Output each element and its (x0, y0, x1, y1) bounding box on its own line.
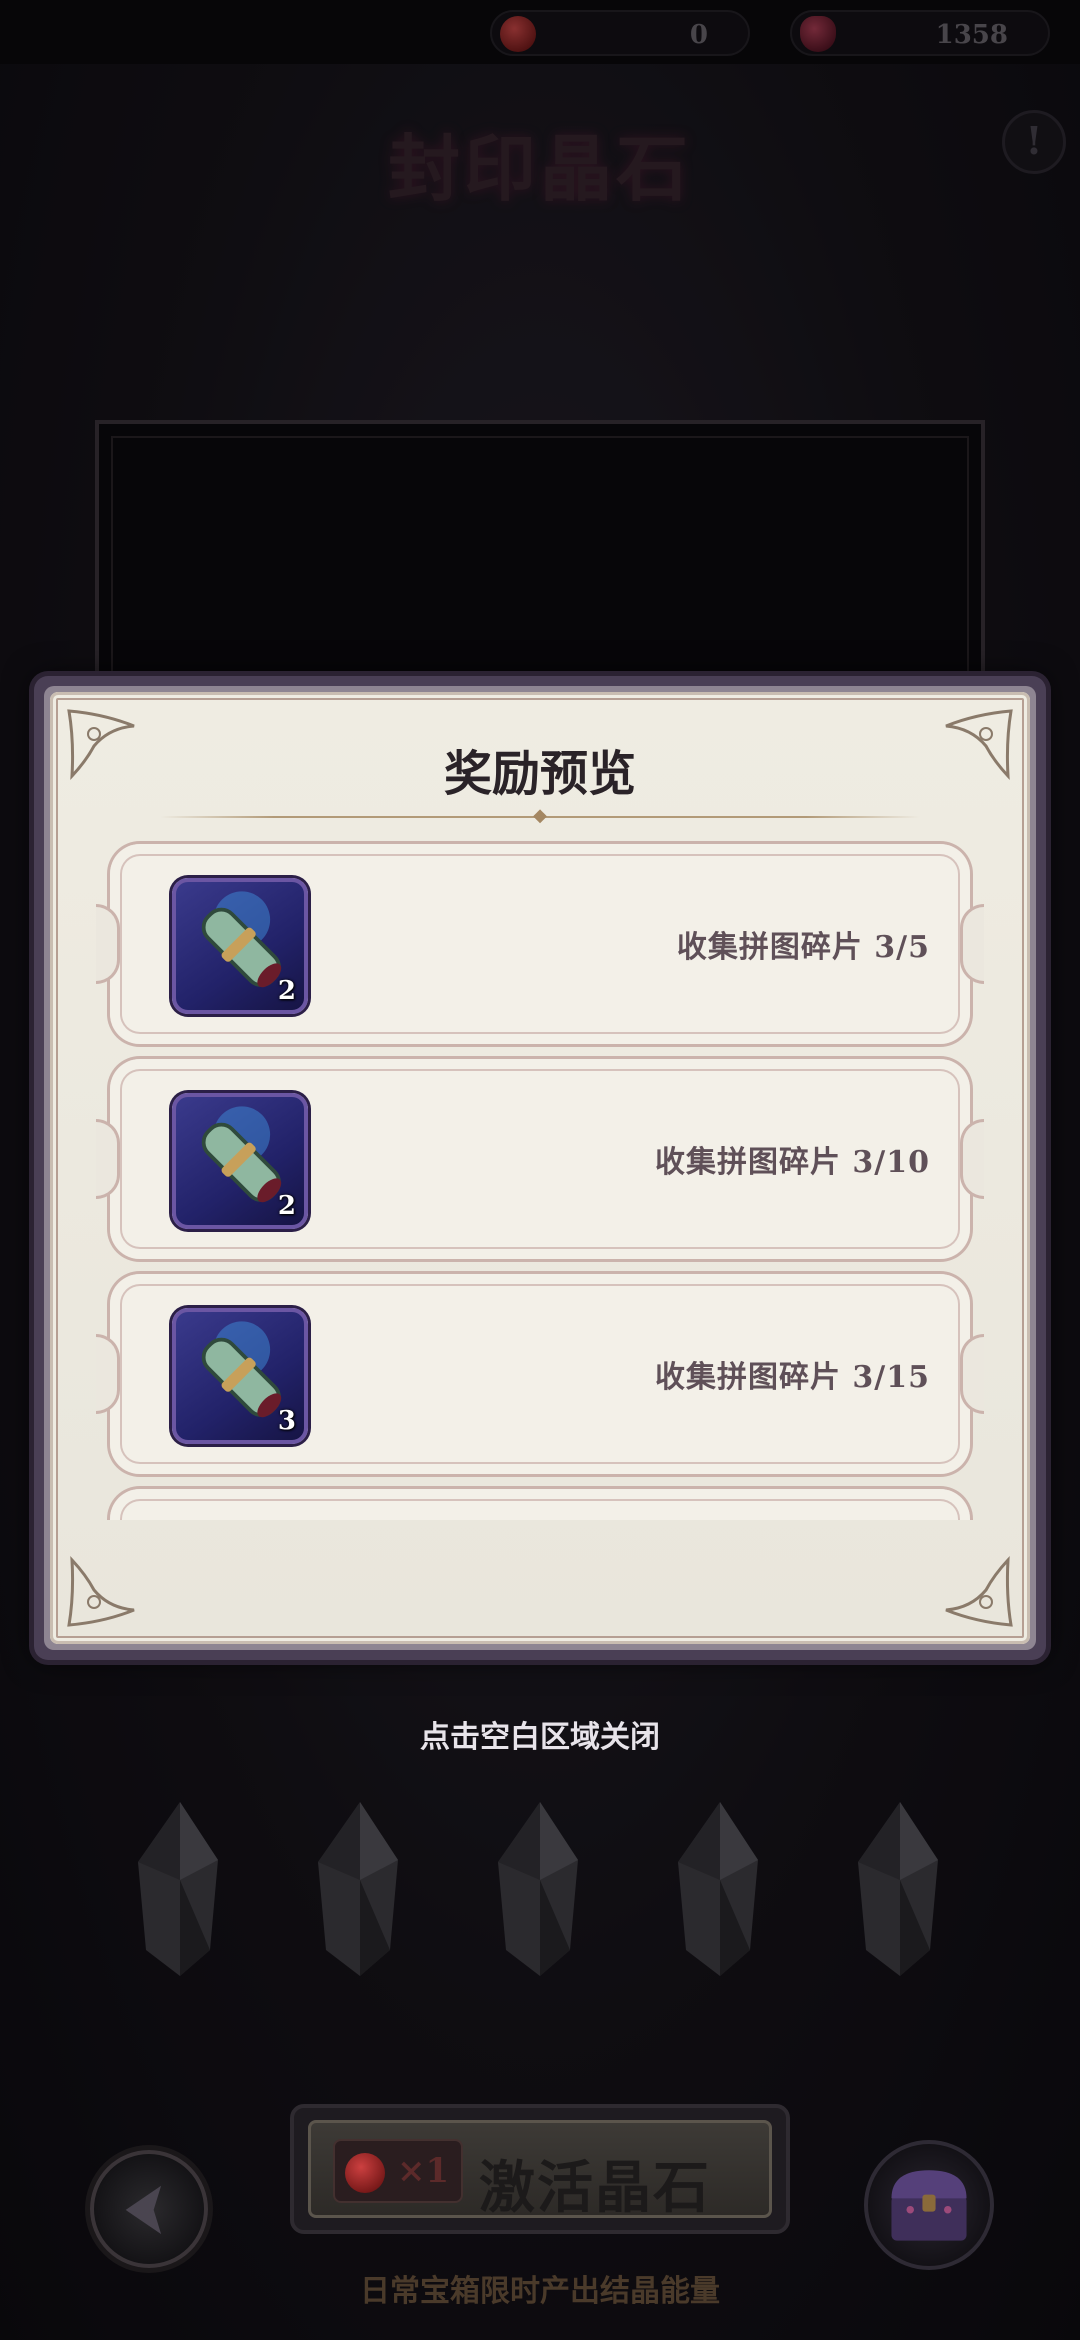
row-notch (960, 1334, 984, 1414)
modal-border: 奖励预览 ◆ 2 收集拼图碎片 3/5 2 收集拼图碎片 3/10 3 收集拼图… (44, 686, 1036, 1650)
reward-row: 2 收集拼图碎片 3/5 (96, 844, 984, 1044)
item-count: 2 (277, 1191, 296, 1221)
row-notch (96, 1119, 120, 1199)
reward-row: 3 收集拼图碎片 3/15 (96, 1274, 984, 1474)
corner-ornament-icon (64, 1550, 154, 1630)
modal-panel: 奖励预览 ◆ 2 收集拼图碎片 3/5 2 收集拼图碎片 3/10 3 收集拼图… (50, 692, 1030, 1644)
reward-condition: 收集拼图碎片 3/10 (654, 1145, 930, 1180)
scroll-icon[interactable]: 3 (172, 1308, 308, 1444)
reward-condition: 收集拼图碎片 3/5 (676, 930, 930, 965)
close-hint: 点击空白区域关闭 (420, 1720, 660, 1755)
row-notch (960, 1119, 984, 1199)
reward-row: 2 收集拼图碎片 3/10 (96, 1059, 984, 1259)
crystal-icon[interactable] (672, 1800, 768, 1978)
item-count: 2 (277, 976, 296, 1006)
reward-preview-modal: 奖励预览 ◆ 2 收集拼图碎片 3/5 2 收集拼图碎片 3/10 3 收集拼图… (34, 676, 1046, 1660)
red-gem-icon (345, 2153, 385, 2193)
cost-badge: ×1 (333, 2139, 463, 2203)
crystal-icon[interactable] (132, 1800, 228, 1978)
corner-ornament-icon (926, 1550, 1016, 1630)
crystal-icon[interactable] (492, 1800, 588, 1978)
bottom-tip: 日常宝箱限时产出结晶能量 (360, 2274, 720, 2309)
activate-label: 激活晶石 (479, 2155, 711, 2221)
reward-list[interactable]: 2 收集拼图碎片 3/5 2 收集拼图碎片 3/10 3 收集拼图碎片 3/15 (90, 832, 990, 1520)
crystal-icon[interactable] (852, 1800, 948, 1978)
activate-crystal-button[interactable]: ×1 激活晶石 (308, 2120, 772, 2221)
row-notch (96, 1334, 120, 1414)
scroll-icon[interactable]: 2 (172, 1093, 308, 1229)
reward-row (110, 1489, 970, 1520)
back-arrow-icon (125, 2185, 162, 2235)
reward-condition: 收集拼图碎片 3/15 (654, 1360, 930, 1395)
crystal-icon[interactable] (312, 1800, 408, 1978)
item-count: 3 (277, 1406, 296, 1436)
row-notch (96, 904, 120, 984)
row-notch (960, 904, 984, 984)
activate-button-frame: ×1 激活晶石 (290, 2104, 790, 2234)
divider-ornament-icon: ◆ (533, 805, 547, 826)
cost-text: ×1 (397, 2151, 450, 2191)
scroll-icon[interactable]: 2 (172, 878, 308, 1014)
back-button[interactable] (90, 2150, 208, 2268)
chest-button[interactable] (864, 2140, 994, 2270)
treasure-chest-icon (891, 2170, 967, 2241)
modal-title: 奖励预览 (443, 746, 636, 802)
